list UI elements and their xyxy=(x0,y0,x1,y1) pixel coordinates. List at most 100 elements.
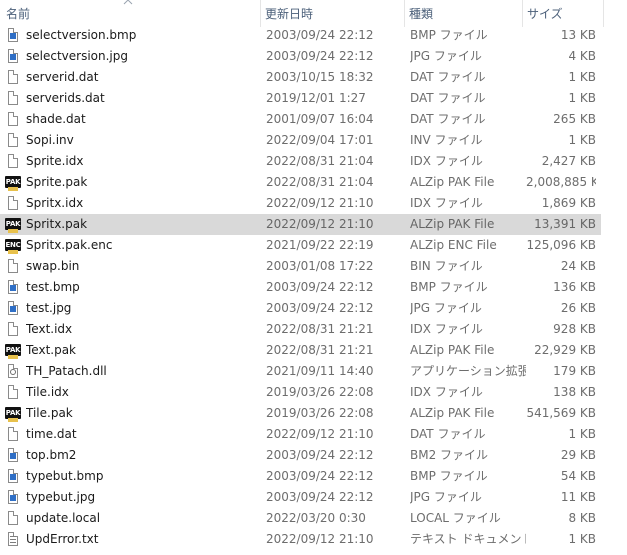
file-name: Spritx.pak xyxy=(26,217,88,231)
file-type: ALZip PAK File xyxy=(410,343,495,357)
file-size: 541,569 KB xyxy=(526,406,596,420)
file-row[interactable]: typebut.bmp 2003/09/24 22:12 BMP ファイル 54 KB xyxy=(0,466,627,487)
file-name: Tile.pak xyxy=(26,406,73,420)
file-name: Sprite.pak xyxy=(26,175,88,189)
file-name: Spritx.idx xyxy=(26,196,84,210)
file-row[interactable]: selectversion.jpg 2003/09/24 22:12 JPG ファイ… xyxy=(0,46,627,67)
file-size: 1 KB xyxy=(568,532,596,546)
file-name: Sprite.idx xyxy=(26,154,84,168)
file-row[interactable]: PAK Spritx.pak 2022/09/12 21:10 ALZip PAK F… xyxy=(0,214,601,235)
file-type: ALZip PAK File xyxy=(410,217,495,231)
file-type: INV ファイル xyxy=(410,133,483,147)
file-type: BIN ファイル xyxy=(410,259,483,273)
file-type: ALZip PAK File xyxy=(410,406,495,420)
file-name: selectversion.bmp xyxy=(26,28,137,42)
image-file-icon xyxy=(5,489,21,506)
file-name: Tile.idx xyxy=(26,385,69,399)
file-row[interactable]: serverid.dat 2003/10/15 18:32 DAT ファイル 1 KB xyxy=(0,67,627,88)
image-file-icon xyxy=(5,300,21,317)
file-size: 1 KB xyxy=(568,133,596,147)
column-header-type[interactable]: 種類 xyxy=(404,0,522,27)
file-list: selectversion.bmp 2003/09/24 22:12 BMP ファイ… xyxy=(0,25,627,550)
file-row[interactable]: swap.bin 2003/01/08 17:22 BIN ファイル 24 KB xyxy=(0,256,627,277)
file-type: JPG ファイル xyxy=(410,49,482,63)
file-type: ALZip ENC File xyxy=(410,238,497,252)
file-row[interactable]: Tile.idx 2019/03/26 22:08 IDX ファイル 138 KB xyxy=(0,382,627,403)
pak-archive-icon: PAK xyxy=(5,216,21,233)
file-type: アプリケーション拡張 xyxy=(410,364,526,378)
file-row[interactable]: time.dat 2022/09/12 21:10 DAT ファイル 1 KB xyxy=(0,424,627,445)
file-date-modified: 2022/09/12 21:10 xyxy=(266,532,374,546)
file-date-modified: 2003/09/24 22:12 xyxy=(266,448,374,462)
file-icon xyxy=(5,195,21,212)
file-row[interactable]: test.bmp 2003/09/24 22:12 BMP ファイル 136 KB xyxy=(0,277,627,298)
file-row[interactable]: typebut.jpg 2003/09/24 22:12 JPG ファイル 11 KB xyxy=(0,487,627,508)
file-row[interactable]: test.jpg 2003/09/24 22:12 JPG ファイル 26 KB xyxy=(0,298,627,319)
file-type: BMP ファイル xyxy=(410,28,488,42)
archive-badge: PAK xyxy=(5,407,21,422)
file-date-modified: 2003/09/24 22:12 xyxy=(266,280,374,294)
file-type: ALZip PAK File xyxy=(410,175,495,189)
column-header-date[interactable]: 更新日時 xyxy=(260,0,404,27)
file-type: IDX ファイル xyxy=(410,154,483,168)
file-icon xyxy=(5,426,21,443)
file-date-modified: 2022/08/31 21:21 xyxy=(266,322,374,336)
archive-badge: PAK xyxy=(5,176,21,191)
file-size: 1 KB xyxy=(568,70,596,84)
file-name: selectversion.jpg xyxy=(26,49,128,63)
file-size: 22,929 KB xyxy=(534,343,596,357)
enc-archive-icon: ENC xyxy=(5,237,21,254)
file-icon xyxy=(5,384,21,401)
file-row[interactable]: PAK Text.pak 2022/08/31 21:21 ALZip PAK Fil… xyxy=(0,340,627,361)
file-icon xyxy=(5,258,21,275)
column-header-name[interactable]: 名前 xyxy=(2,0,260,27)
file-size: 1 KB xyxy=(568,427,596,441)
pak-archive-icon: PAK xyxy=(5,405,21,422)
file-name: typebut.bmp xyxy=(26,469,104,483)
file-row[interactable]: Sopi.inv 2022/09/04 17:01 INV ファイル 1 KB xyxy=(0,130,627,151)
file-date-modified: 2022/09/12 21:10 xyxy=(266,427,374,441)
file-date-modified: 2022/03/20 0:30 xyxy=(266,511,366,525)
file-type: LOCAL ファイル xyxy=(410,511,501,525)
file-row[interactable]: selectversion.bmp 2003/09/24 22:12 BMP ファイ… xyxy=(0,25,627,46)
file-date-modified: 2021/09/22 22:19 xyxy=(266,238,374,252)
file-row[interactable]: PAK Sprite.pak 2022/08/31 21:04 ALZip PAK F… xyxy=(0,172,627,193)
file-row[interactable]: Text.idx 2022/08/31 21:21 IDX ファイル 928 KB xyxy=(0,319,627,340)
file-row[interactable]: update.local 2022/03/20 0:30 LOCAL ファイル 8 K… xyxy=(0,508,627,529)
file-size: 1,869 KB xyxy=(541,196,596,210)
dll-gear-icon xyxy=(5,363,21,380)
file-icon xyxy=(5,69,21,86)
file-row[interactable]: ENC Spritx.pak.enc 2021/09/22 22:19 ALZip E… xyxy=(0,235,627,256)
file-row[interactable]: Spritx.idx 2022/09/12 21:10 IDX ファイル 1,869 … xyxy=(0,193,627,214)
file-date-modified: 2022/09/12 21:10 xyxy=(266,217,374,231)
file-type: DAT ファイル xyxy=(410,112,486,126)
file-name: Spritx.pak.enc xyxy=(26,238,113,252)
file-date-modified: 2022/08/31 21:21 xyxy=(266,343,374,357)
file-row[interactable]: PAK Tile.pak 2019/03/26 22:08 ALZip PAK Fil… xyxy=(0,403,627,424)
text-file-icon xyxy=(5,531,21,548)
pak-archive-icon: PAK xyxy=(5,174,21,191)
file-size: 179 KB xyxy=(553,364,596,378)
column-header-size-label: サイズ xyxy=(527,7,563,21)
file-type: JPG ファイル xyxy=(410,301,482,315)
file-size: 928 KB xyxy=(553,322,596,336)
file-row[interactable]: shade.dat 2001/09/07 16:04 DAT ファイル 265 KB xyxy=(0,109,627,130)
file-icon xyxy=(5,111,21,128)
file-row[interactable]: top.bm2 2003/09/24 22:12 BM2 ファイル 29 KB xyxy=(0,445,627,466)
file-row[interactable]: TH_Patach.dll 2021/09/11 14:40 アプリケーション拡張 1… xyxy=(0,361,627,382)
file-type: IDX ファイル xyxy=(410,385,483,399)
file-name: Text.pak xyxy=(26,343,77,357)
file-size: 8 KB xyxy=(568,511,596,525)
column-header-size[interactable]: サイズ xyxy=(522,0,604,27)
file-name: typebut.jpg xyxy=(26,490,96,504)
archive-badge: ENC xyxy=(5,239,21,254)
file-date-modified: 2003/01/08 17:22 xyxy=(266,259,374,273)
file-row[interactable]: Sprite.idx 2022/08/31 21:04 IDX ファイル 2,427 … xyxy=(0,151,627,172)
file-row[interactable]: serverids.dat 2019/12/01 1:27 DAT ファイル 1 KB xyxy=(0,88,627,109)
file-size: 24 KB xyxy=(560,259,596,273)
column-header-date-label: 更新日時 xyxy=(265,7,314,21)
file-type: DAT ファイル xyxy=(410,427,486,441)
file-row[interactable]: UpdError.txt 2022/09/12 21:10 テキスト ドキュメント 1… xyxy=(0,529,627,550)
image-file-icon xyxy=(5,279,21,296)
file-name: Sopi.inv xyxy=(26,133,74,147)
